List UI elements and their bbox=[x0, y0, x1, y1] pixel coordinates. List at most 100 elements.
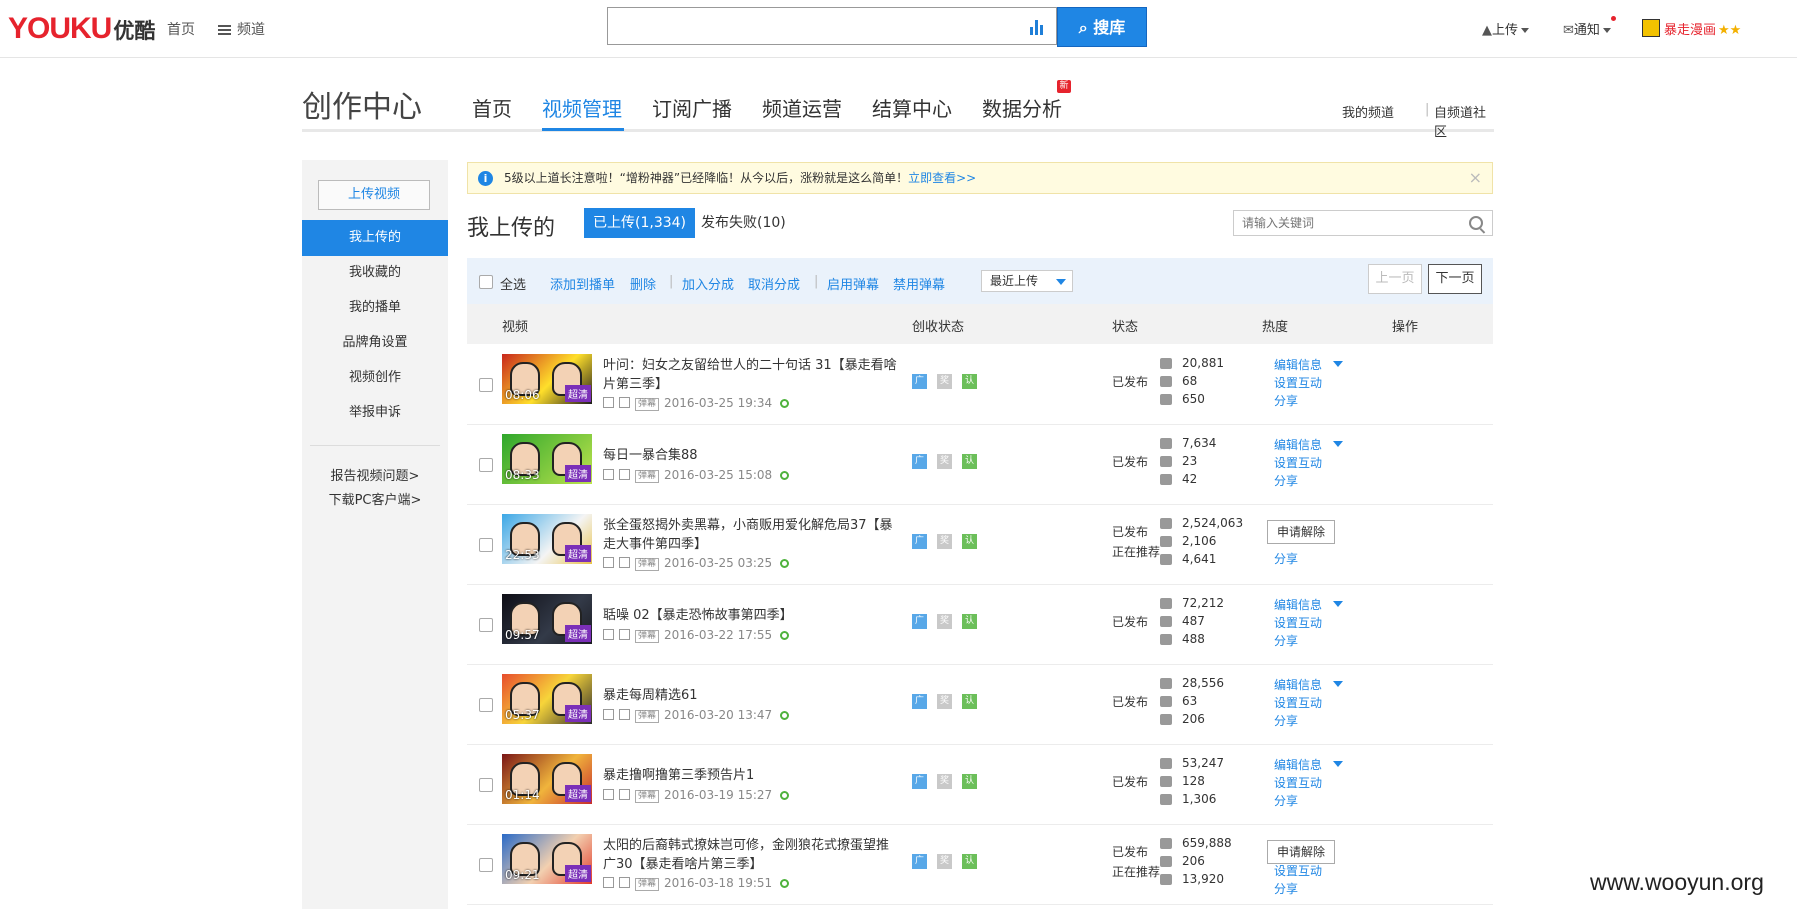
sidebar-item-brand[interactable]: 品牌角设置 bbox=[302, 325, 448, 361]
prev-page-button[interactable]: 上一页 bbox=[1368, 264, 1422, 294]
search-input[interactable] bbox=[608, 8, 1024, 42]
op-link[interactable]: 编辑信息 bbox=[1274, 356, 1322, 373]
nav-channel[interactable]: 频道 bbox=[218, 19, 265, 39]
notify-menu[interactable]: ✉通知 bbox=[1563, 16, 1616, 38]
tab-video-manage[interactable]: 视频管理 bbox=[542, 93, 622, 122]
video-title[interactable]: 叶问：妇女之友留给世人的二十句话 31【暴走看啥片第三季】 bbox=[603, 356, 898, 394]
op-link[interactable]: 分享 bbox=[1274, 392, 1298, 409]
my-channel-link[interactable]: 我的频道 bbox=[1342, 102, 1394, 121]
share-count: 13,920 bbox=[1182, 872, 1224, 886]
chevron-down-icon[interactable] bbox=[1333, 681, 1343, 687]
revenue-icon: 认 bbox=[962, 534, 977, 549]
video-title[interactable]: 太阳的后裔韩式撩妹岂可修，金刚狼花式撩蛋望推广30【暴走看啥片第三季】 bbox=[603, 836, 898, 874]
user-menu[interactable]: 暴走漫画 ★★ bbox=[1642, 19, 1741, 38]
video-thumbnail[interactable]: 08:33 超清 bbox=[502, 434, 592, 484]
sidebar-item-favorites[interactable]: 我收藏的 bbox=[302, 255, 448, 291]
op-link[interactable]: 设置互动 bbox=[1274, 694, 1322, 711]
op-link[interactable]: 分享 bbox=[1274, 550, 1298, 567]
op-link[interactable]: 分享 bbox=[1274, 792, 1298, 809]
ranking-icon[interactable] bbox=[1030, 19, 1046, 35]
community-link[interactable]: 自频道社区 bbox=[1434, 102, 1494, 140]
sidebar-item-creation[interactable]: 视频创作 bbox=[302, 360, 448, 396]
logo-text: YOUKU bbox=[8, 12, 112, 45]
next-page-button[interactable]: 下一页 bbox=[1428, 264, 1482, 294]
row-checkbox[interactable] bbox=[479, 618, 493, 632]
search-icon[interactable] bbox=[1469, 216, 1483, 230]
sort-select[interactable]: 最近上传 bbox=[981, 270, 1073, 292]
close-icon[interactable]: × bbox=[1469, 163, 1482, 193]
nav-home[interactable]: 首页 bbox=[167, 19, 195, 39]
video-title[interactable]: 暴走撸啊撸第三季预告片1 bbox=[603, 766, 898, 785]
publish-status: 已发布 bbox=[1112, 612, 1148, 632]
cancel-share-button[interactable]: 取消分成 bbox=[748, 274, 800, 293]
video-title[interactable]: 张全蛋怒揭外卖黑幕，小商贩用爱化解危局37【暴走大事件第四季】 bbox=[603, 516, 898, 554]
join-share-button[interactable]: 加入分成 bbox=[682, 274, 734, 293]
video-thumbnail[interactable]: 01:14 超清 bbox=[502, 754, 592, 804]
op-link[interactable]: 编辑信息 bbox=[1274, 596, 1322, 613]
tab-uploaded[interactable]: 已上传(1,334) bbox=[584, 208, 696, 238]
notice-bar: i 5级以上道长注意啦！“增粉神器”已经降临！从今以后，涨粉就是这么简单！立即查… bbox=[467, 162, 1493, 194]
video-title[interactable]: 聒噪 02【暴走恐怖故事第四季】 bbox=[603, 606, 898, 625]
report-problem-link[interactable]: 报告视频问题> bbox=[302, 465, 448, 484]
op-link[interactable]: 分享 bbox=[1274, 472, 1298, 489]
video-thumbnail[interactable]: 22:53 超清 bbox=[502, 514, 592, 564]
upload-video-button[interactable]: 上传视频 bbox=[318, 180, 430, 210]
video-thumbnail[interactable]: 09:21 超清 bbox=[502, 834, 592, 884]
delete-button[interactable]: 删除 bbox=[630, 274, 656, 293]
video-title[interactable]: 每日一暴合集88 bbox=[603, 446, 898, 465]
video-thumbnail[interactable]: 05:37 超清 bbox=[502, 674, 592, 724]
tab-subscribe[interactable]: 订阅广播 bbox=[652, 93, 732, 122]
op-link[interactable]: 设置互动 bbox=[1274, 862, 1322, 879]
play-icon bbox=[1160, 358, 1172, 369]
add-to-playlist-button[interactable]: 添加到播单 bbox=[550, 274, 615, 293]
apply-release-button[interactable]: 申请解除 bbox=[1267, 520, 1335, 544]
chevron-down-icon[interactable] bbox=[1333, 601, 1343, 607]
op-link[interactable]: 设置互动 bbox=[1274, 454, 1322, 471]
row-checkbox[interactable] bbox=[479, 778, 493, 792]
select-all-checkbox[interactable] bbox=[479, 275, 493, 289]
op-link[interactable]: 设置互动 bbox=[1274, 374, 1322, 391]
chevron-down-icon[interactable] bbox=[1333, 441, 1343, 447]
row-checkbox[interactable] bbox=[479, 378, 493, 392]
row-checkbox[interactable] bbox=[479, 858, 493, 872]
comment-count: 2,106 bbox=[1182, 534, 1217, 548]
download-client-link[interactable]: 下载PC客户端> bbox=[302, 489, 448, 508]
op-link[interactable]: 设置互动 bbox=[1274, 614, 1322, 631]
row-checkbox[interactable] bbox=[479, 538, 493, 552]
disable-danmu-button[interactable]: 禁用弹幕 bbox=[893, 274, 945, 293]
video-thumbnail[interactable]: 09:57 超清 bbox=[502, 594, 592, 644]
op-link[interactable]: 编辑信息 bbox=[1274, 676, 1322, 693]
tab-failed[interactable]: 发布失败(10) bbox=[701, 208, 786, 238]
op-link[interactable]: 分享 bbox=[1274, 712, 1298, 729]
revenue-icon: 广 bbox=[912, 614, 927, 629]
sidebar-item-report[interactable]: 举报申诉 bbox=[302, 395, 448, 431]
op-link[interactable]: 分享 bbox=[1274, 880, 1298, 897]
search-button[interactable]: ⌕ 搜库 bbox=[1057, 7, 1147, 47]
youku-logo[interactable]: YOUKU优酷 bbox=[8, 12, 155, 46]
apply-release-button[interactable]: 申请解除 bbox=[1267, 840, 1335, 864]
quality-badge: 超清 bbox=[565, 465, 591, 482]
enable-danmu-button[interactable]: 启用弹幕 bbox=[827, 274, 879, 293]
op-link[interactable]: 编辑信息 bbox=[1274, 436, 1322, 453]
keyword-input[interactable] bbox=[1234, 211, 1465, 235]
chevron-down-icon[interactable] bbox=[1333, 361, 1343, 367]
notice-link[interactable]: 立即查看>> bbox=[908, 171, 976, 185]
video-title[interactable]: 暴走每周精选61 bbox=[603, 686, 898, 705]
sidebar-item-playlists[interactable]: 我的播单 bbox=[302, 290, 448, 326]
tab-data-analysis[interactable]: 数据分析 bbox=[982, 93, 1062, 122]
tab-home[interactable]: 首页 bbox=[472, 93, 512, 122]
search-box bbox=[607, 7, 1057, 45]
row-checkbox[interactable] bbox=[479, 698, 493, 712]
op-link[interactable]: 分享 bbox=[1274, 632, 1298, 649]
chevron-down-icon[interactable] bbox=[1333, 761, 1343, 767]
sidebar-item-my-uploads[interactable]: 我上传的 bbox=[302, 220, 448, 256]
op-link[interactable]: 编辑信息 bbox=[1274, 756, 1322, 773]
video-thumbnail[interactable]: 08:06 超清 bbox=[502, 354, 592, 404]
row-checkbox[interactable] bbox=[479, 458, 493, 472]
new-badge: 新 bbox=[1057, 80, 1071, 93]
upload-menu[interactable]: ▲上传 bbox=[1482, 19, 1530, 38]
upload-date: 2016-03-18 19:51 bbox=[664, 876, 773, 890]
tab-settlement[interactable]: 结算中心 bbox=[872, 93, 952, 122]
tab-channel-ops[interactable]: 频道运营 bbox=[762, 93, 842, 122]
op-link[interactable]: 设置互动 bbox=[1274, 774, 1322, 791]
